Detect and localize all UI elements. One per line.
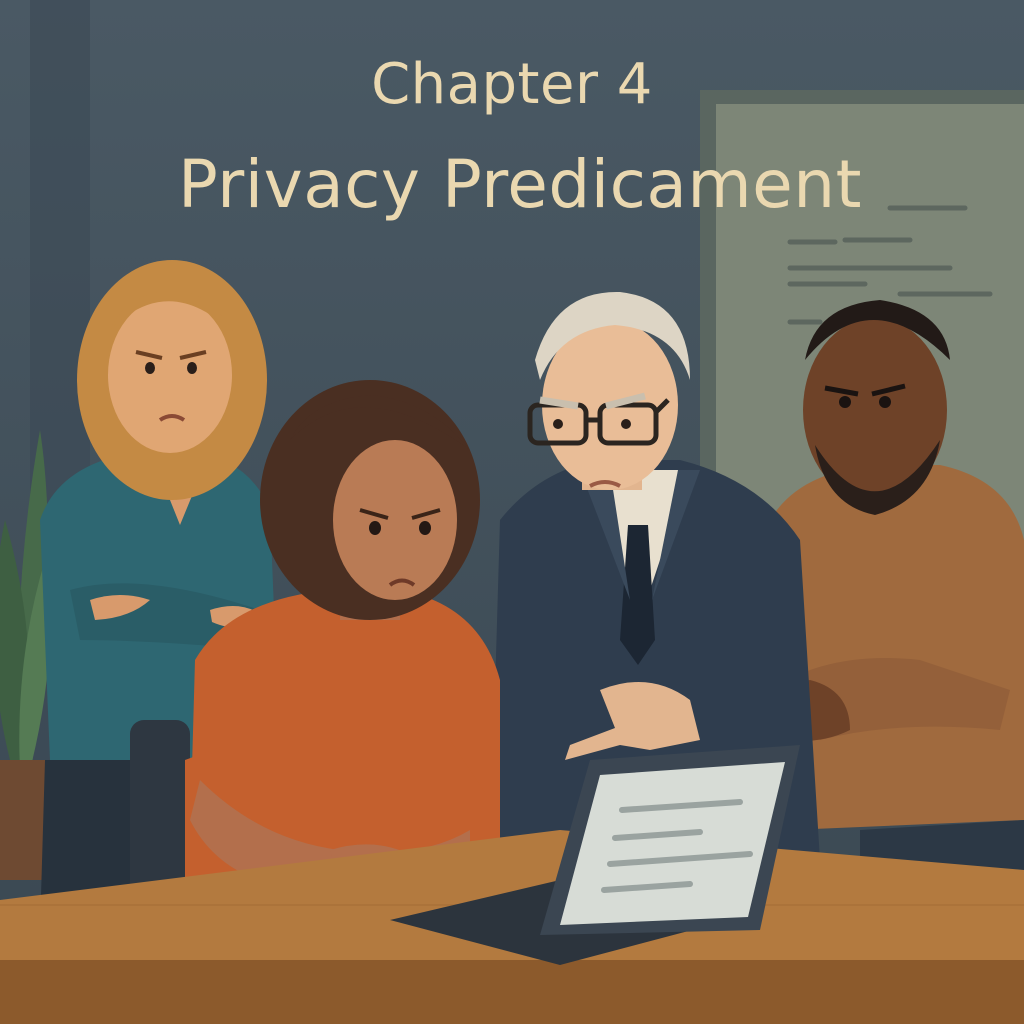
chapter-cover-illustration: Chapter 4 Privacy Predicament <box>0 0 1024 1024</box>
chapter-label: Chapter 4 <box>371 52 653 117</box>
chapter-title: Privacy Predicament <box>178 146 862 223</box>
